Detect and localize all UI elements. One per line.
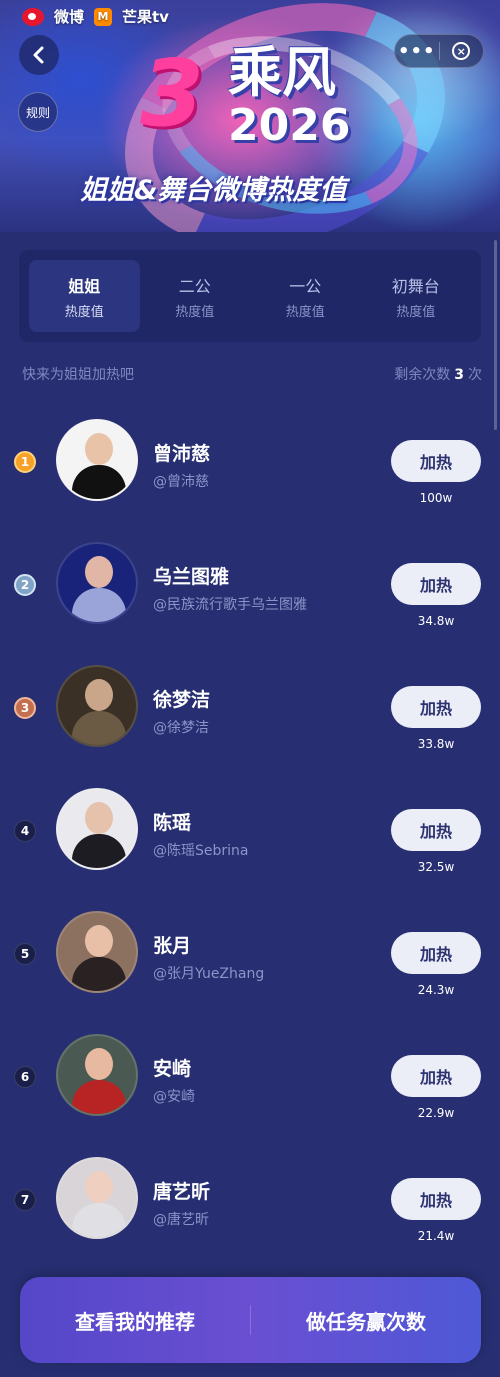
- heat-button[interactable]: 加热: [391, 440, 481, 482]
- heat-button[interactable]: 加热: [391, 686, 481, 728]
- close-button[interactable]: ×: [440, 42, 484, 60]
- weibo-logo-icon: [22, 7, 44, 26]
- contestant-handle[interactable]: @唐艺昕: [153, 1209, 209, 1229]
- list-item: 6 安崎 @安崎 加热 22.9w: [0, 1010, 500, 1133]
- remaining-number: 3: [454, 367, 464, 383]
- rank-badge: 1: [14, 451, 36, 473]
- close-icon: ×: [452, 42, 471, 60]
- banner-subtitle: 姐姐&舞台微博热度值: [80, 175, 347, 206]
- heat-button[interactable]: 加热: [391, 932, 481, 974]
- rank-badge: 5: [14, 943, 36, 965]
- list-item: 7 唐艺昕 @唐艺昕 加热 21.4w: [0, 1133, 500, 1256]
- contestant-handle[interactable]: @民族流行歌手乌兰图雅: [153, 594, 307, 614]
- avatar[interactable]: [56, 542, 138, 624]
- rank-badge: 6: [14, 1066, 36, 1088]
- contestant-handle[interactable]: @陈瑶Sebrina: [153, 840, 248, 860]
- contestant-name: 唐艺昕: [153, 1181, 211, 1203]
- avatar[interactable]: [56, 911, 138, 993]
- ranking-list: 1 曾沛慈 @曾沛慈 加热 100w 2 乌兰图雅 @民族流行歌手乌兰图雅 加热…: [0, 395, 500, 1256]
- heat-button[interactable]: 加热: [391, 1178, 481, 1220]
- heat-button[interactable]: 加热: [391, 809, 481, 851]
- back-button[interactable]: [19, 35, 59, 75]
- do-tasks-button[interactable]: 做任务赢次数: [251, 1306, 481, 1335]
- tab-subtitle: 热度值: [396, 304, 436, 320]
- bottom-action-bar: 查看我的推荐 做任务赢次数: [20, 1277, 481, 1363]
- remaining-unit: 次: [468, 367, 482, 383]
- list-item: 5 张月 @张月YueZhang 加热 24.3w: [0, 887, 500, 1010]
- rules-button[interactable]: 规则: [18, 92, 58, 132]
- mango-logo-icon: M: [94, 7, 113, 26]
- avatar[interactable]: [56, 665, 138, 747]
- contestant-handle[interactable]: @徐梦洁: [153, 717, 209, 737]
- rank-badge: 7: [14, 1189, 36, 1211]
- banner-number: 3: [140, 40, 204, 147]
- rank-badge: 3: [14, 697, 36, 719]
- tab-title: 二公: [178, 276, 211, 296]
- heat-button[interactable]: 加热: [391, 1055, 481, 1097]
- banner-year: 2026: [228, 100, 351, 151]
- remaining-label: 剩余次数: [394, 367, 451, 383]
- contestant-name: 徐梦洁: [153, 689, 211, 711]
- heat-value: 22.9w: [417, 1106, 455, 1120]
- list-item: 4 陈瑶 @陈瑶Sebrina 加热 32.5w: [0, 764, 500, 887]
- heat-value: 34.8w: [417, 614, 455, 628]
- tab-subtitle: 热度值: [64, 304, 104, 320]
- more-options-icon[interactable]: •••: [395, 41, 439, 62]
- tab-first-performance[interactable]: 一公 热度值: [250, 260, 361, 332]
- tab-title: 初舞台: [391, 276, 440, 296]
- weibo-brand-text: 微博: [54, 8, 85, 26]
- rank-badge: 2: [14, 574, 36, 596]
- heat-button[interactable]: 加热: [391, 563, 481, 605]
- contestant-name: 乌兰图雅: [153, 566, 230, 588]
- heat-value: 33.8w: [417, 737, 455, 751]
- contestant-name: 张月: [153, 935, 192, 957]
- brand-logos: 微博 M 芒果tv: [22, 6, 169, 27]
- mango-brand-text: 芒果tv: [122, 8, 169, 26]
- category-tabs: 姐姐 热度值 二公 热度值 一公 热度值 初舞台 热度值: [19, 250, 481, 342]
- contestant-name: 陈瑶: [153, 812, 192, 834]
- rank-badge: 4: [14, 820, 36, 842]
- scrollbar[interactable]: [494, 240, 497, 430]
- heat-value: 100w: [419, 491, 453, 505]
- avatar[interactable]: [56, 1157, 138, 1239]
- remaining-count: 剩余次数 3 次: [394, 364, 482, 384]
- heat-value: 32.5w: [417, 860, 455, 874]
- list-item: 1 曾沛慈 @曾沛慈 加热 100w: [0, 395, 500, 518]
- contestant-handle[interactable]: @安崎: [153, 1086, 195, 1106]
- avatar[interactable]: [56, 419, 138, 501]
- list-item: 3 徐梦洁 @徐梦洁 加热 33.8w: [0, 641, 500, 764]
- banner-title: 乘风: [228, 41, 336, 104]
- list-item: 2 乌兰图雅 @民族流行歌手乌兰图雅 加热 34.8w: [0, 518, 500, 641]
- tab-second-performance[interactable]: 二公 热度值: [140, 260, 251, 332]
- hero-banner: 微博 M 芒果tv 3 乘风 2026 姐姐&舞台微博热度值 规则 ••• ×: [0, 0, 500, 232]
- avatar[interactable]: [56, 788, 138, 870]
- tab-title: 姐姐: [68, 276, 101, 296]
- tab-sisters[interactable]: 姐姐 热度值: [29, 260, 140, 332]
- mini-program-capsule: ••• ×: [394, 34, 484, 68]
- hint-row: 快来为姐姐加热吧 剩余次数 3 次: [22, 364, 482, 384]
- contestant-handle[interactable]: @曾沛慈: [153, 471, 209, 491]
- contestant-name: 安崎: [153, 1058, 192, 1080]
- hint-text: 快来为姐姐加热吧: [22, 367, 134, 383]
- tab-title: 一公: [289, 276, 322, 296]
- contestant-name: 曾沛慈: [153, 443, 211, 465]
- heat-value: 21.4w: [417, 1229, 455, 1243]
- chevron-left-icon: [33, 46, 44, 64]
- heat-value: 24.3w: [417, 983, 455, 997]
- avatar[interactable]: [56, 1034, 138, 1116]
- contestant-handle[interactable]: @张月YueZhang: [153, 963, 264, 983]
- view-my-recommendations-button[interactable]: 查看我的推荐: [20, 1306, 250, 1335]
- tab-subtitle: 热度值: [285, 304, 325, 320]
- tab-first-stage[interactable]: 初舞台 热度值: [361, 260, 472, 332]
- tab-subtitle: 热度值: [175, 304, 215, 320]
